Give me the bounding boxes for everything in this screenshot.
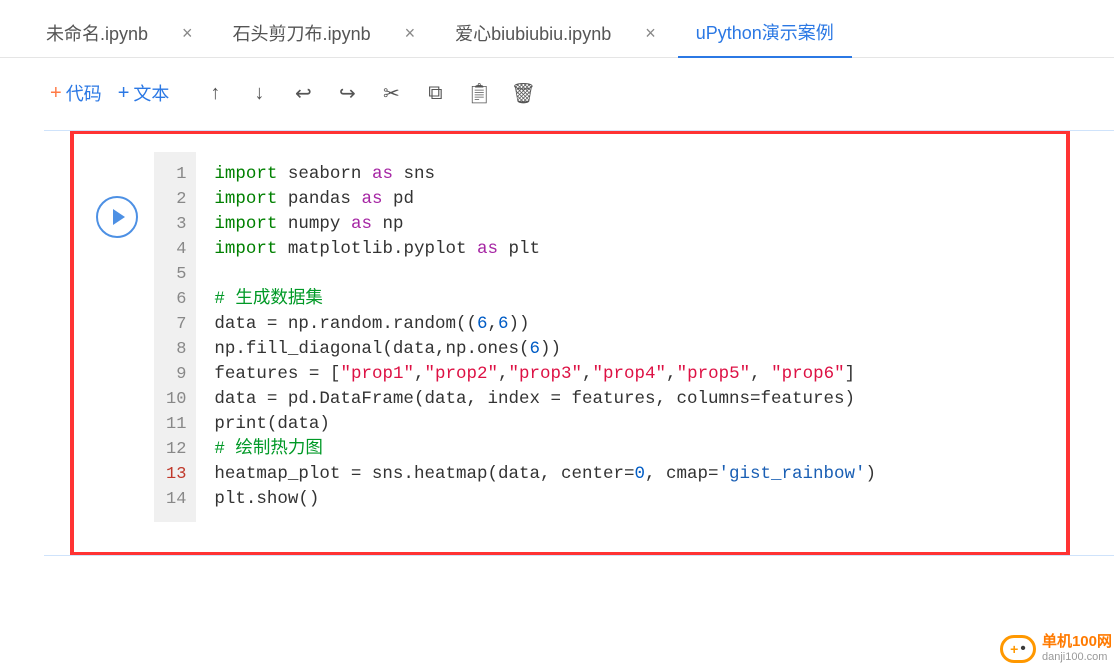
add-code-label: 代码 — [66, 80, 102, 106]
add-text-button[interactable]: + 文本 — [112, 76, 176, 110]
close-icon[interactable]: × — [641, 23, 660, 44]
arrow-up-icon: ↑ — [210, 82, 220, 105]
scissors-icon: ✂ — [383, 81, 400, 106]
close-icon[interactable]: × — [178, 23, 197, 44]
paste-icon: 📋︎ — [467, 81, 492, 106]
run-button[interactable] — [96, 196, 138, 238]
tab-2[interactable]: 爱心biubiubiu.ipynb × — [437, 8, 678, 58]
watermark-text-cn: 单机100网 — [1042, 634, 1112, 651]
paste-button[interactable]: 📋︎ — [459, 75, 499, 111]
tab-bar: 未命名.ipynb × 石头剪刀布.ipynb × 爱心biubiubiu.ip… — [0, 0, 1114, 58]
arrow-down-icon: ↓ — [254, 82, 264, 105]
delete-button[interactable]: 🗑︎ — [503, 75, 543, 111]
move-up-button[interactable]: ↑ — [195, 75, 235, 111]
code-cell[interactable]: 1234567891011121314 import seaborn as sn… — [70, 130, 1070, 556]
tab-1[interactable]: 石头剪刀布.ipynb × — [215, 8, 438, 58]
cut-button[interactable]: ✂ — [371, 75, 411, 111]
tab-label: 未命名.ipynb — [46, 20, 148, 46]
add-code-button[interactable]: + 代码 — [44, 76, 108, 110]
undo-icon: ↩ — [295, 81, 312, 106]
tab-label: uPython演示案例 — [696, 19, 834, 45]
line-gutter: 1234567891011121314 — [154, 152, 196, 522]
code-editor[interactable]: import seaborn as snsimport pandas as pd… — [214, 152, 876, 522]
tab-0[interactable]: 未命名.ipynb × — [28, 8, 215, 58]
code-area: 1234567891011121314 import seaborn as sn… — [154, 152, 1056, 522]
copy-button[interactable]: ⧉ — [415, 75, 455, 111]
close-icon[interactable]: × — [401, 23, 420, 44]
plus-icon: + — [118, 82, 130, 105]
toolbar: + 代码 + 文本 ↑ ↓ ↩ ↪ ✂ ⧉ 📋︎ 🗑︎ — [0, 58, 1114, 128]
copy-icon: ⧉ — [428, 82, 442, 105]
undo-button[interactable]: ↩ — [283, 75, 323, 111]
watermark: 单机100网 danji100.com — [1000, 634, 1112, 663]
redo-button[interactable]: ↪ — [327, 75, 367, 111]
add-text-label: 文本 — [133, 80, 169, 106]
move-down-button[interactable]: ↓ — [239, 75, 279, 111]
redo-icon: ↪ — [339, 81, 356, 106]
tab-label: 爱心biubiubiu.ipynb — [455, 20, 611, 46]
watermark-logo-icon — [1000, 635, 1036, 663]
tab-3[interactable]: uPython演示案例 — [678, 8, 852, 58]
watermark-text-en: danji100.com — [1042, 651, 1112, 663]
trash-icon: 🗑︎ — [511, 81, 536, 106]
tab-label: 石头剪刀布.ipynb — [233, 20, 371, 46]
plus-icon: + — [50, 82, 62, 105]
